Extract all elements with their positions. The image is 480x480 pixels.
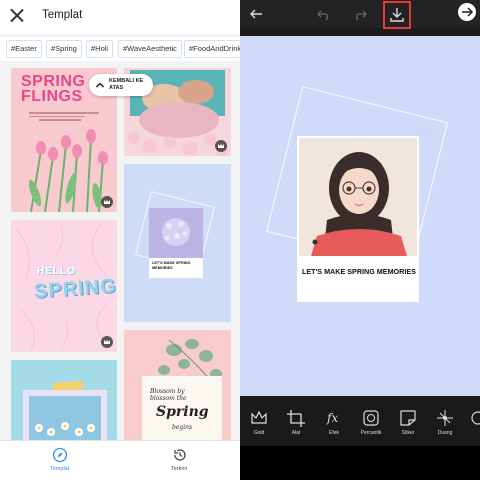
mini-frame: LET'S MAKE SPRING MEMORIES [149, 208, 203, 278]
tool-more[interactable] [468, 408, 480, 442]
sparkle-icon [437, 410, 453, 426]
screen: Templat #Easter #Spring #Holi #WaveAesth… [0, 0, 480, 480]
premium-crown-icon [101, 336, 113, 348]
chip-foodanddrink[interactable]: #FoodAndDrink [184, 40, 240, 58]
tool-gold-label: Gold [253, 430, 265, 436]
editor-panel: LET'S MAKE SPRING MEMORIES Gold Alat fx … [240, 0, 480, 480]
redo-icon[interactable] [352, 6, 368, 22]
tab-templat-label[interactable]: Templat [50, 466, 69, 472]
beautify-icon [363, 410, 379, 426]
tool-stiker-label: Stiker [401, 430, 415, 436]
tool-duang-label: Duang [437, 430, 453, 436]
template-browser-header: Templat [0, 0, 240, 34]
template-card-spring-memories[interactable]: LET'S MAKE SPRING MEMORIES [124, 164, 231, 322]
history-icon[interactable] [172, 447, 188, 463]
flower-cluster [162, 218, 190, 246]
chip-spring[interactable]: #Spring [46, 40, 82, 58]
tool-duang[interactable]: Duang [430, 408, 460, 442]
tool-percantik-label: Percantik [360, 430, 382, 436]
system-navigation-bar [240, 446, 480, 480]
crown-icon [251, 410, 267, 424]
photo-frame-thumbnail [11, 360, 117, 440]
premium-crown-icon [215, 140, 227, 152]
svg-text:fx: fx [326, 411, 338, 425]
hijab-girl-illustration [299, 138, 417, 256]
hashtag-chip-bar: #Easter #Spring #Holi #WaveAesthetic #Fo… [0, 37, 240, 61]
next-arrow-icon[interactable] [458, 3, 476, 21]
tab-terkini-label[interactable]: Terkini [171, 466, 187, 472]
template-card-hello-spring[interactable]: HELLO SPRING [11, 220, 117, 352]
avatar-illustration [299, 138, 417, 256]
tool-stiker[interactable]: Stiker [393, 408, 423, 442]
photo-frame[interactable]: LET'S MAKE SPRING MEMORIES [297, 136, 419, 302]
crop-icon [287, 410, 305, 427]
script-big-text: Spring [156, 404, 209, 420]
premium-crown-icon [101, 196, 113, 208]
tool-gold[interactable]: Gold [244, 408, 274, 442]
tool-efek[interactable]: fx Efek [319, 408, 349, 442]
hello-text: HELLO [37, 266, 76, 277]
fx-icon: fx [326, 411, 338, 425]
mini-caption: LET'S MAKE SPRING MEMORIES [152, 261, 191, 270]
page-title: Templat [42, 9, 83, 21]
download-icon [390, 8, 404, 22]
template-card-blossom-script[interactable]: Blossom by blossom the Spring begins [124, 330, 231, 440]
back-to-top-label: KEMBALI KE ATAS [109, 78, 144, 91]
tool-alat-label: Alat [291, 430, 301, 436]
script-text: Blossom by blossom the [150, 388, 187, 402]
frame-caption[interactable]: LET'S MAKE SPRING MEMORIES [302, 267, 416, 276]
undo-icon[interactable] [316, 6, 332, 22]
mini-flower-image [149, 208, 203, 258]
tool-percantik[interactable]: Percantik [356, 408, 386, 442]
template-card-photo-frame[interactable] [11, 360, 117, 440]
editor-canvas[interactable]: LET'S MAKE SPRING MEMORIES [240, 36, 480, 396]
close-icon[interactable] [10, 8, 24, 22]
editor-toolbar [240, 0, 480, 29]
tool-alat[interactable]: Alat [281, 408, 311, 442]
back-to-top-button[interactable]: KEMBALI KE ATAS [89, 74, 153, 96]
circle-icon [471, 411, 480, 425]
chip-waveaesthetic[interactable]: #WaveAesthetic [118, 40, 182, 58]
bottom-tab-bar: Templat Terkini [0, 440, 240, 480]
editor-tool-bar: Gold Alat fx Efek Percantik Stiker Duang [240, 400, 480, 446]
template-browser-panel: Templat #Easter #Spring #Holi #WaveAesth… [0, 0, 240, 480]
tool-efek-label: Efek [328, 430, 339, 436]
download-button[interactable] [383, 1, 411, 29]
chip-holi[interactable]: #Holi [86, 40, 114, 58]
script-text-end: begins [172, 424, 193, 431]
script-paper: Blossom by blossom the Spring begins [142, 376, 222, 440]
chevron-up-icon [92, 77, 108, 93]
back-arrow-icon[interactable] [248, 6, 264, 22]
chip-easter[interactable]: #Easter [6, 40, 42, 58]
sticker-icon [400, 410, 416, 426]
compass-icon[interactable] [52, 447, 68, 463]
